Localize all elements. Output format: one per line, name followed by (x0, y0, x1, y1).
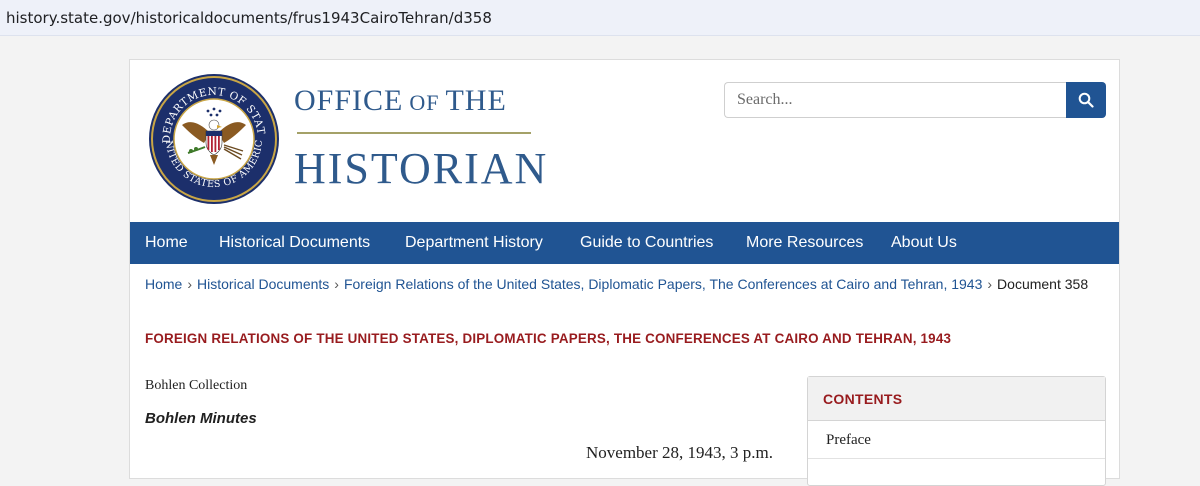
nav-item-guide-to-countries[interactable]: Guide to Countries (580, 222, 713, 264)
document-heading: Bohlen Minutes (145, 410, 257, 427)
breadcrumb: Home › Historical Documents › Foreign Relati… (145, 276, 1088, 292)
contents-title: CONTENTS (808, 377, 1105, 421)
search-button[interactable] (1066, 82, 1106, 118)
breadcrumb-separator: › (334, 276, 339, 292)
department-of-state-seal-icon[interactable]: DEPARTMENT OF STATE UNITED STATES OF AME… (148, 73, 280, 205)
brand-of: OF (409, 90, 440, 115)
brand-divider (297, 132, 531, 134)
breadcrumb-historical-documents[interactable]: Historical Documents (197, 276, 329, 292)
nav-item-about-us[interactable]: About Us (891, 222, 957, 264)
nav-item-home[interactable]: Home (145, 222, 188, 264)
volume-title[interactable]: FOREIGN RELATIONS OF THE UNITED STATES, … (145, 331, 951, 346)
breadcrumb-volume[interactable]: Foreign Relations of the United States, … (344, 276, 982, 292)
breadcrumb-separator: › (187, 276, 193, 292)
page-container: DEPARTMENT OF STATE UNITED STATES OF AME… (129, 59, 1120, 486)
main-navigation: Home Historical Documents Department His… (130, 222, 1119, 264)
collection-label: Bohlen Collection (145, 378, 248, 393)
brand-title-historian[interactable]: HISTORIAN (294, 143, 548, 194)
brand-office: OFFICE (294, 84, 404, 117)
brand-title-top[interactable]: OFFICE OF THE (294, 84, 554, 118)
browser-address-bar[interactable]: history.state.gov/historicaldocuments/fr… (0, 0, 1200, 36)
nav-item-more-resources[interactable]: More Resources (746, 222, 863, 264)
nav-item-department-history[interactable]: Department History (405, 222, 543, 264)
contents-item-preface[interactable]: Preface (808, 421, 1105, 459)
nav-item-historical-documents[interactable]: Historical Documents (219, 222, 370, 264)
search-icon (1078, 92, 1094, 108)
breadcrumb-current: Document 358 (997, 276, 1089, 292)
url-text[interactable]: history.state.gov/historicaldocuments/fr… (6, 9, 492, 27)
document-date: November 28, 1943, 3 p.m. (586, 443, 773, 462)
brand-the: THE (445, 84, 507, 117)
breadcrumb-separator: › (987, 276, 993, 292)
search-input[interactable] (724, 82, 1066, 118)
breadcrumb-home[interactable]: Home (145, 276, 182, 292)
